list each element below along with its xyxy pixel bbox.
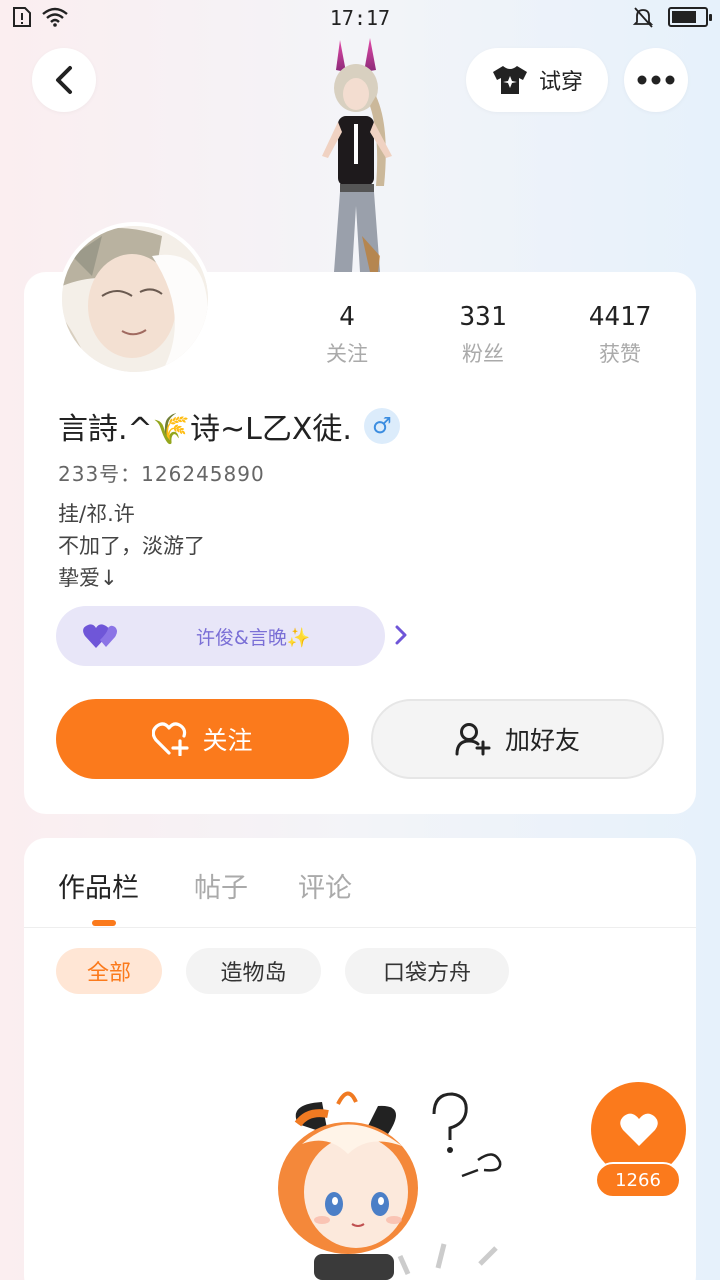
stat-fans-value: 331 xyxy=(459,302,507,332)
gender-male-icon: ♂ xyxy=(363,408,400,444)
stat-following-value: 4 xyxy=(339,302,355,332)
stat-likes-label: 获赞 xyxy=(599,342,641,366)
tshirt-icon xyxy=(492,66,527,94)
filter-chip-pocket-ark[interactable]: 口袋方舟 xyxy=(345,948,509,994)
status-time: 17:17 xyxy=(329,6,391,30)
tab-comments[interactable]: 评论 xyxy=(298,866,352,905)
tab-posts[interactable]: 帖子 xyxy=(194,866,248,905)
bio: 挂/祁.许 不加了，淡游了 挚爱↓ xyxy=(58,498,205,594)
tab-indicator xyxy=(92,920,116,926)
user-id[interactable]: 233号：126245890 xyxy=(58,458,265,487)
stat-fans-label: 粉丝 xyxy=(462,342,504,366)
username: 言詩.^🌾诗~ᒪ乙X徒. xyxy=(58,412,352,447)
chevron-left-icon xyxy=(56,66,72,94)
add-friend-label: 加好友 xyxy=(504,726,580,755)
stat-likes[interactable]: 4417 获赞 xyxy=(560,302,680,368)
filter-chip-creation-island[interactable]: 造物岛 xyxy=(186,948,321,994)
empty-state-mascot-image xyxy=(278,1091,502,1280)
double-heart-icon xyxy=(83,624,117,648)
stat-following[interactable]: 4 关注 xyxy=(287,302,407,368)
try-on-button[interactable]: 试穿 xyxy=(466,48,608,112)
tab-divider xyxy=(24,927,696,928)
add-user-icon xyxy=(455,723,491,756)
stat-likes-value: 4417 xyxy=(588,302,652,332)
heart-icon xyxy=(619,1113,658,1146)
profile-avatar[interactable] xyxy=(58,222,212,376)
status-bar: 17:17 xyxy=(0,0,720,36)
cp-text: 许俊&言晚✨ xyxy=(196,627,311,649)
character-avatar-image xyxy=(322,38,392,272)
stat-following-label: 关注 xyxy=(326,342,368,366)
avatar-image xyxy=(62,226,208,372)
filter-chip-all[interactable]: 全部 xyxy=(56,948,162,994)
username-row: 言詩.^🌾诗~ᒪ乙X徒. ♂ xyxy=(58,404,400,448)
more-dots-icon xyxy=(637,75,675,85)
try-on-label: 试穿 xyxy=(538,70,583,95)
heart-plus-icon xyxy=(152,722,190,756)
status-right xyxy=(632,6,712,28)
bio-line: 挂/祁.许 xyxy=(58,502,135,526)
tab-works[interactable]: 作品栏 xyxy=(58,866,139,905)
follow-button[interactable]: 关注 xyxy=(56,699,349,779)
mute-bell-icon xyxy=(632,7,654,28)
cp-relationship-pill[interactable]: 许俊&言晚✨ xyxy=(56,606,407,666)
bio-line: 挚爱↓ xyxy=(58,566,118,590)
more-button[interactable] xyxy=(624,48,688,112)
battery-icon xyxy=(668,7,712,27)
stat-fans[interactable]: 331 粉丝 xyxy=(423,302,543,368)
bio-line: 不加了，淡游了 xyxy=(58,534,205,558)
back-button[interactable] xyxy=(32,48,96,112)
add-friend-button[interactable]: 加好友 xyxy=(371,699,664,779)
chevron-right-icon xyxy=(395,625,407,645)
like-count: 1266 xyxy=(595,1162,681,1198)
follow-label: 关注 xyxy=(202,726,253,755)
